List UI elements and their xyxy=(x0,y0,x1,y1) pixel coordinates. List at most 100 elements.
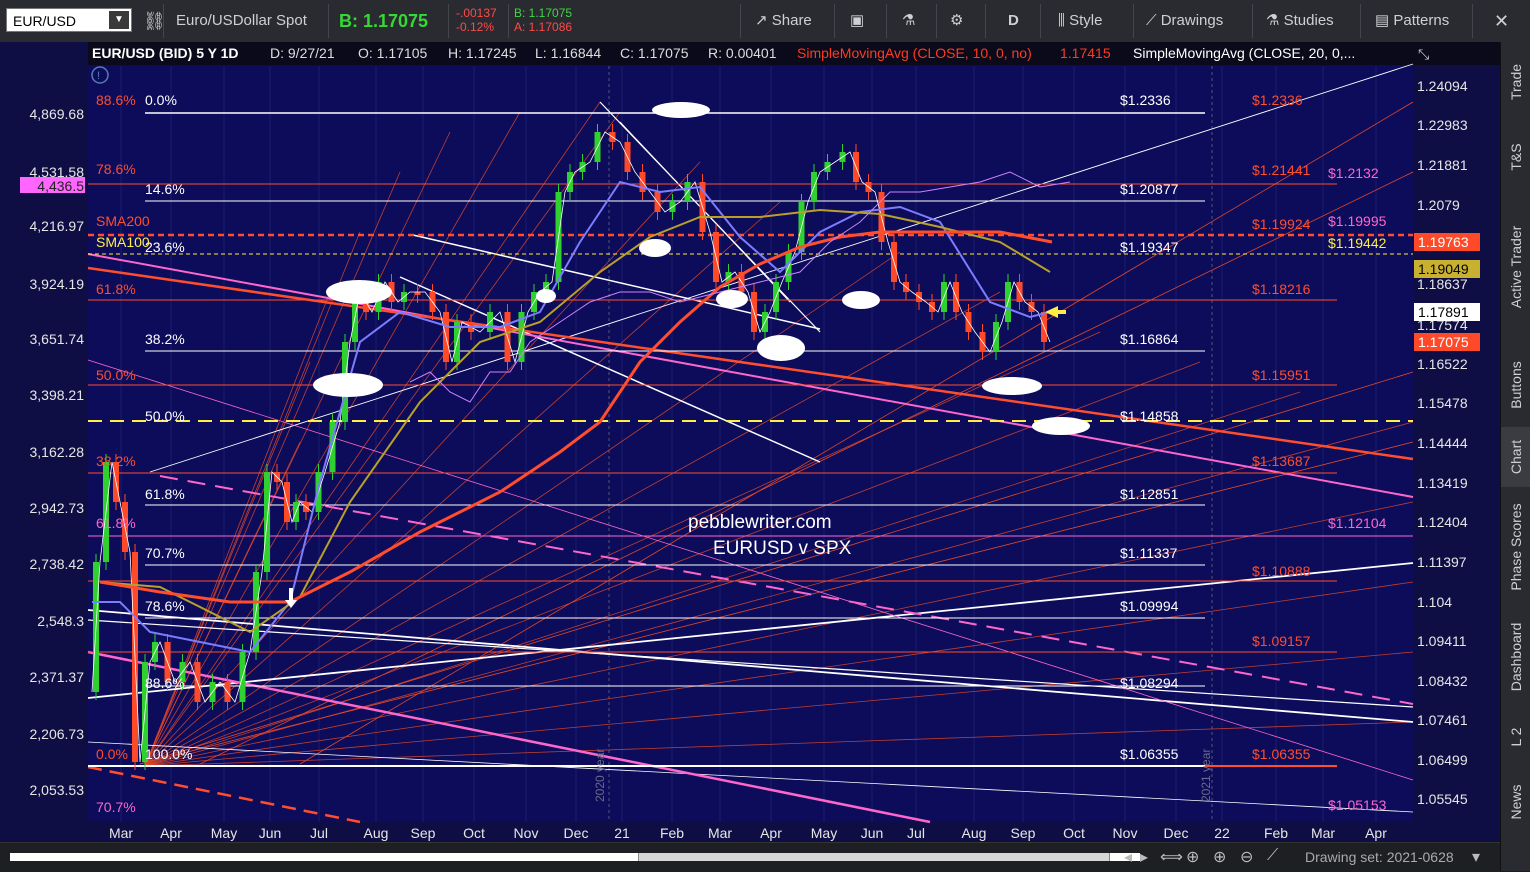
studies-button[interactable]: ⚗ Studies xyxy=(1266,0,1334,42)
pink-level-label: $1.12104 xyxy=(1328,515,1387,531)
rail-tab-l-2[interactable]: L 2 xyxy=(1501,707,1530,767)
scroll-right-icon[interactable]: ▸ xyxy=(1140,847,1148,867)
fib-label: 23.6% xyxy=(145,239,185,255)
expand-icon[interactable]: ⟺ xyxy=(1160,847,1183,867)
fib-label: 61.8% xyxy=(145,486,185,502)
watermark-subtitle: EURUSD v SPX xyxy=(713,538,852,559)
left-axis-tick: 2,738.42 xyxy=(30,556,85,572)
scrollbar-thumb[interactable] xyxy=(638,853,1110,861)
zoom-in-icon[interactable]: ⊕ xyxy=(1213,847,1226,867)
highlight-ellipse xyxy=(652,102,710,118)
rail-tab-news[interactable]: News xyxy=(1501,767,1530,837)
x-axis-tick: May xyxy=(211,825,237,841)
divider xyxy=(834,4,835,38)
chart-svg[interactable]: EUR/USD (BID) 5 Y 1D D: 9/27/21 O: 1.171… xyxy=(0,42,1500,842)
highlight-ellipse xyxy=(982,377,1042,395)
zoom-out-icon[interactable]: ⊖ xyxy=(1240,847,1253,867)
info-icon-glyph: ! xyxy=(97,70,100,82)
fib-label: 0.0% xyxy=(145,92,177,108)
x-axis-tick: Dec xyxy=(1164,825,1189,841)
right-axis-tick: 1.07461 xyxy=(1417,712,1468,728)
share-label: Share xyxy=(771,12,812,29)
share-button[interactable]: ↗ Share xyxy=(755,0,812,42)
year-label: 2021 year xyxy=(1199,749,1213,802)
right-axis-tick: 1.08432 xyxy=(1417,673,1468,689)
drawing-set-label[interactable]: Drawing set: 2021-0628 xyxy=(1305,849,1454,865)
style-label: Style xyxy=(1069,12,1103,29)
share-icon: ↗ xyxy=(755,12,768,29)
rail-tab-label: Dashboard xyxy=(1508,622,1524,692)
style-button[interactable]: ⫼ Style xyxy=(1058,0,1102,42)
high-label: H: 1.17245 xyxy=(448,45,517,61)
rail-tab-label: Active Trader xyxy=(1508,225,1524,309)
close-label: C: 1.17075 xyxy=(620,45,689,61)
chevron-down-icon[interactable]: ▼ xyxy=(109,11,129,29)
flask-icon[interactable]: ⚗ xyxy=(902,0,915,42)
rail-tab-dashboard[interactable]: Dashboard xyxy=(1501,607,1530,707)
rail-tab-t-s[interactable]: T&S xyxy=(1501,122,1530,192)
drawing-set-chevron-icon[interactable]: ▾ xyxy=(1472,847,1480,867)
divider xyxy=(740,4,741,38)
red-level-label: $1.09157 xyxy=(1252,633,1311,649)
snapshot-icon[interactable]: ▣ xyxy=(850,0,864,42)
x-axis-tick: Aug xyxy=(962,825,987,841)
close-icon[interactable]: ✕ xyxy=(1494,0,1509,42)
left-axis-tick: 2,548.3 xyxy=(37,613,84,629)
x-axis-tick: 21 xyxy=(614,825,630,841)
rail-tab-label: T&S xyxy=(1508,143,1524,171)
rail-tab-buttons[interactable]: Buttons xyxy=(1501,342,1530,427)
change-abs: -.00137 xyxy=(456,6,497,20)
x-axis-tick: May xyxy=(811,825,837,841)
left-axis-tick: 2,371.37 xyxy=(30,669,85,685)
symbol-text: EUR/USD xyxy=(13,13,77,29)
x-axis-tick: Mar xyxy=(1311,825,1335,841)
x-axis-tick: Feb xyxy=(1264,825,1288,841)
rail-tab-label: Buttons xyxy=(1508,360,1524,409)
rail-tab-label: Phase Scores xyxy=(1508,503,1524,591)
gear-icon[interactable]: ⚙ xyxy=(950,0,963,42)
red-level-label: $1.21441 xyxy=(1252,162,1311,178)
red-level-label: $1.19924 xyxy=(1252,216,1311,232)
highlight-ellipse xyxy=(326,280,392,304)
x-axis-tick: Feb xyxy=(660,825,684,841)
red-level-label: $1.2336 xyxy=(1252,92,1303,108)
symbol-input[interactable]: EUR/USD ▼ xyxy=(6,8,132,32)
rail-tab-label: Chart xyxy=(1508,439,1524,475)
fib-label: 88.6% xyxy=(145,675,185,691)
fib-label: 88.6% xyxy=(96,92,136,108)
fib-label: SMA200 xyxy=(96,213,150,229)
x-axis-tick: Apr xyxy=(160,825,182,841)
pink-level-label: $1.05153 xyxy=(1328,797,1387,813)
rail-tab-active-trader[interactable]: Active Trader xyxy=(1501,192,1530,342)
period-button[interactable]: D xyxy=(1008,0,1019,42)
x-axis-tick: Mar xyxy=(708,825,732,841)
x-axis-tick: Mar xyxy=(109,825,133,841)
white-level-label: $1.19347 xyxy=(1120,239,1179,255)
highlight-ellipse xyxy=(716,290,748,308)
red-level-label: $1.15951 xyxy=(1252,367,1311,383)
rail-tab-label: L 2 xyxy=(1508,727,1524,747)
left-axis-tick: 2,053.53 xyxy=(30,782,85,798)
chart-title: EUR/USD (BID) 5 Y 1D xyxy=(92,45,239,61)
x-axis-tick: Apr xyxy=(760,825,782,841)
scroll-left-icon[interactable]: ◂ xyxy=(1124,847,1132,867)
year-label: 2020 year xyxy=(593,749,607,802)
patterns-button[interactable]: ▤ Patterns xyxy=(1375,0,1449,42)
draw-tool-icon[interactable]: ⟋ xyxy=(1267,847,1278,865)
chart-panel[interactable]: EUR/USD (BID) 5 Y 1D D: 9/27/21 O: 1.171… xyxy=(0,42,1500,842)
studies-label: Studies xyxy=(1283,12,1334,29)
divider xyxy=(1133,4,1134,38)
x-axis-tick: Oct xyxy=(463,825,485,841)
highlight-ellipse xyxy=(536,289,556,303)
right-axis-tick: 1.16522 xyxy=(1417,356,1468,372)
right-axis-tick: 1.15478 xyxy=(1417,395,1468,411)
right-axis-tick: 1.12404 xyxy=(1417,514,1468,530)
rail-tab-chart[interactable]: Chart xyxy=(1501,427,1530,487)
settings-icon[interactable]: ⤡ xyxy=(1418,46,1429,62)
rail-tab-phase-scores[interactable]: Phase Scores xyxy=(1501,487,1530,607)
crosshair-icon[interactable]: ⊕ xyxy=(1186,847,1199,867)
x-axis-tick: Oct xyxy=(1063,825,1085,841)
highlight-ellipse xyxy=(1032,417,1090,435)
drawings-button[interactable]: ⟋ Drawings xyxy=(1146,0,1223,42)
rail-tab-trade[interactable]: Trade xyxy=(1501,42,1530,122)
